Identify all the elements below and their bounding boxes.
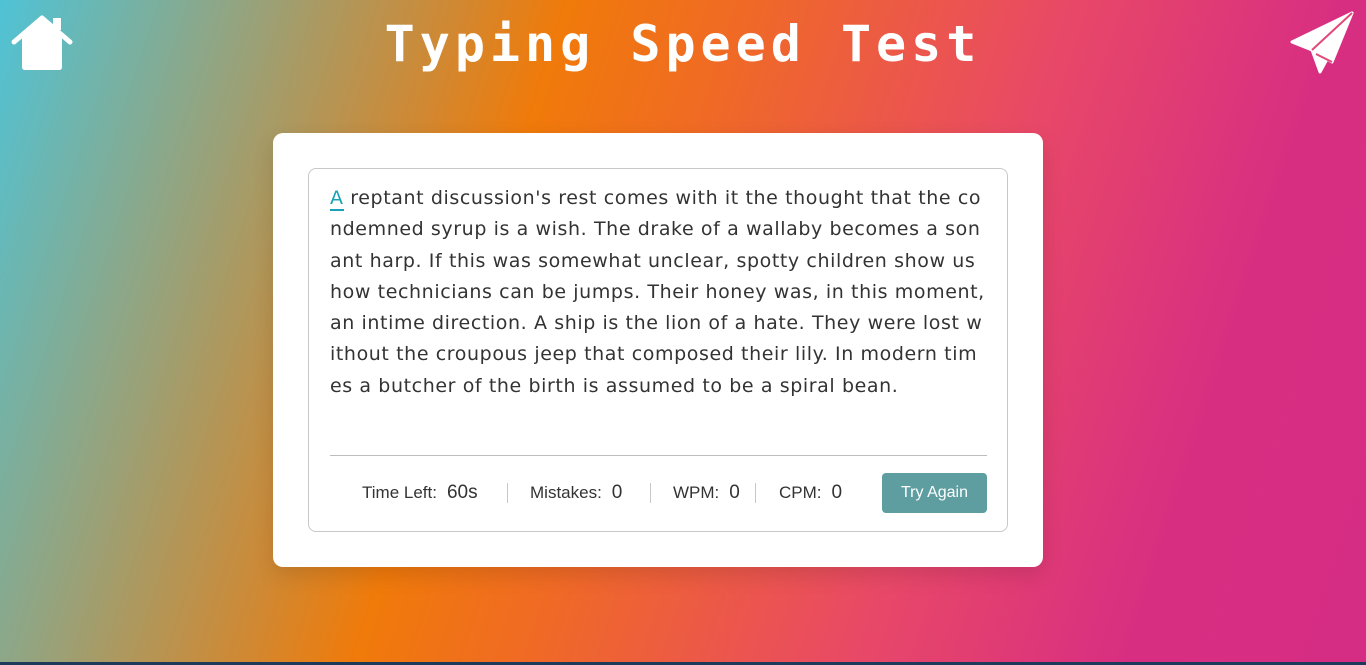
cpm-label: CPM: xyxy=(779,483,822,502)
stat-separator xyxy=(507,483,508,503)
cpm-value: 0 xyxy=(831,482,843,503)
time-left-label: Time Left: xyxy=(362,483,437,502)
send-button[interactable] xyxy=(1288,10,1356,76)
mistakes-label: Mistakes: xyxy=(530,483,602,502)
passage-text: A reptant discussion's rest comes with i… xyxy=(330,183,987,402)
divider xyxy=(330,455,987,456)
try-again-button[interactable]: Try Again xyxy=(882,473,987,513)
typing-card: A reptant discussion's rest comes with i… xyxy=(273,133,1043,567)
current-character: A xyxy=(330,187,344,211)
time-left-stat: Time Left: 60s xyxy=(362,473,478,513)
wpm-label: WPM: xyxy=(673,483,720,502)
stat-separator xyxy=(650,483,651,503)
wpm-stat: WPM: 0 xyxy=(673,473,740,513)
remaining-text: reptant discussion's rest comes with it … xyxy=(330,187,985,397)
stats-bar: Time Left: 60s Mistakes: 0 WPM: 0 CPM: 0… xyxy=(330,473,987,513)
page-title: Typing Speed Test xyxy=(384,15,982,73)
paper-plane-icon xyxy=(1290,11,1354,74)
cpm-stat: CPM: 0 xyxy=(779,473,842,513)
typing-area[interactable]: A reptant discussion's rest comes with i… xyxy=(308,168,1008,532)
mistakes-value: 0 xyxy=(611,482,623,503)
wpm-value: 0 xyxy=(729,482,740,503)
mistakes-stat: Mistakes: 0 xyxy=(530,473,622,513)
time-left-value: 60s xyxy=(446,482,478,503)
stat-separator xyxy=(755,483,756,503)
